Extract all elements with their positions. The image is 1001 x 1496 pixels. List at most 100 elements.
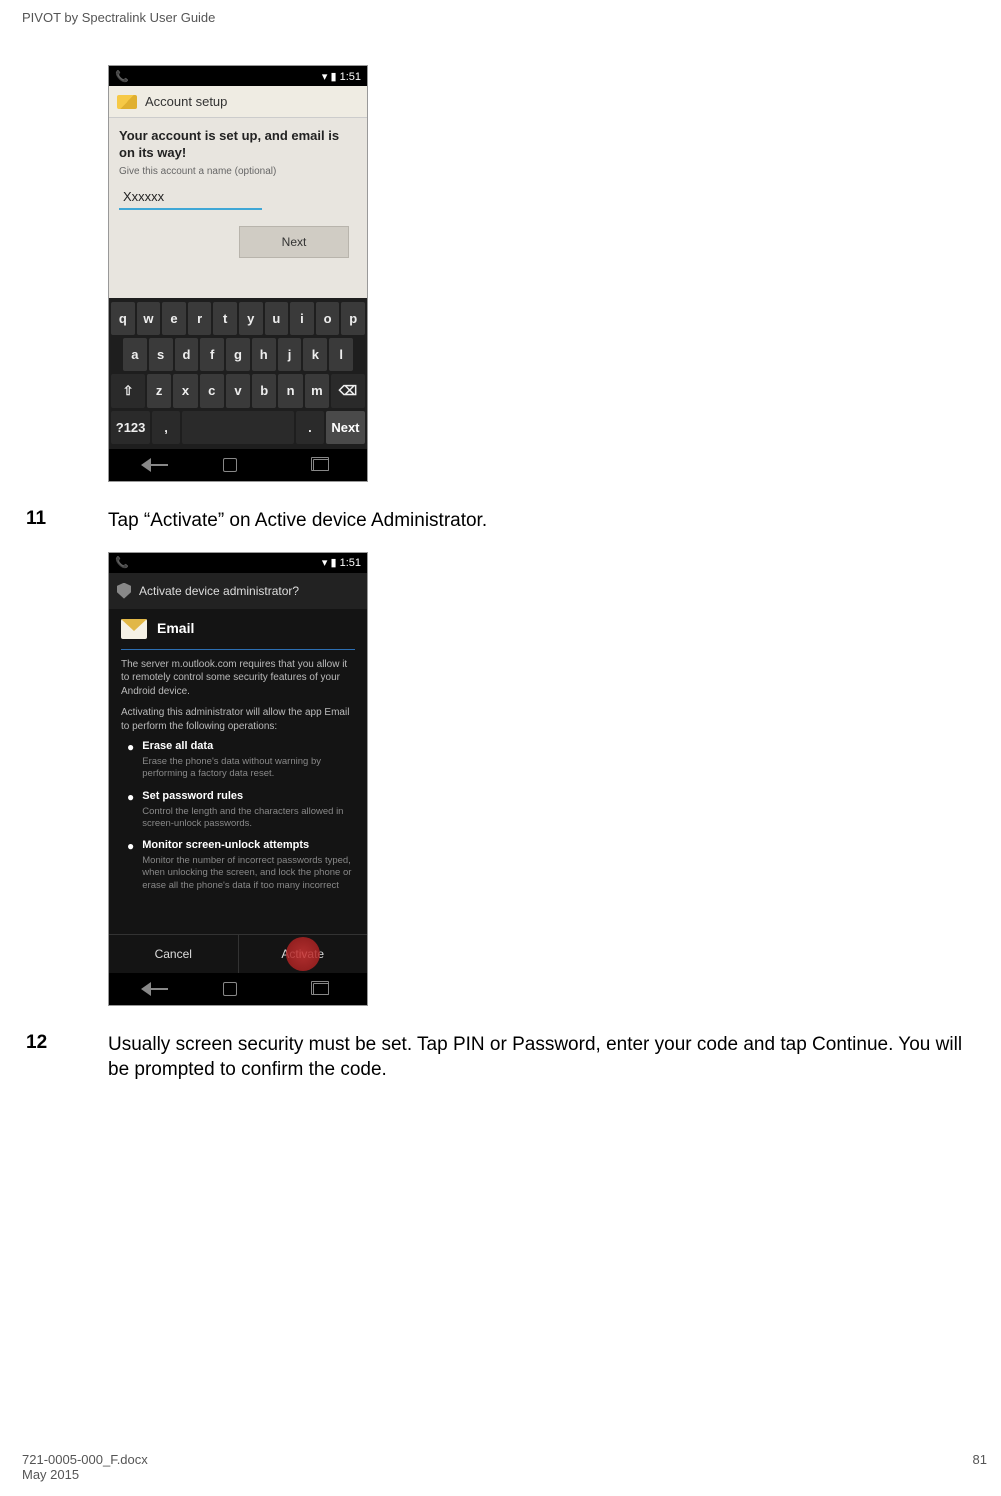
soft-keyboard[interactable]: q w e r t y u i o p a s d f g h j k l <box>109 298 367 449</box>
nav-bar <box>109 973 367 1005</box>
setup-hint: Give this account a name (optional) <box>119 166 357 177</box>
list-item: ● Monitor screen-unlock attempts Monitor… <box>127 838 355 892</box>
perm-title: Erase all data <box>142 739 355 754</box>
permission-list: ● Erase all data Erase the phone's data … <box>127 739 355 892</box>
step-12: 12 Usually screen security must be set. … <box>26 1032 979 1083</box>
status-right: ▾ ▮ 1:51 <box>322 556 361 569</box>
document-body: 📞 ▾ ▮ 1:51 Account setup Your account is… <box>0 25 1001 1083</box>
email-app-label: Email <box>157 619 194 638</box>
key-m[interactable]: m <box>305 374 329 408</box>
footer-page-number: 81 <box>973 1452 987 1482</box>
key-s[interactable]: s <box>149 338 173 371</box>
footer-date: May 2015 <box>22 1467 148 1482</box>
touch-indicator-icon <box>286 937 320 971</box>
key-j[interactable]: j <box>278 338 302 371</box>
bullet-icon: ● <box>127 741 134 781</box>
key-f[interactable]: f <box>200 338 224 371</box>
key-t[interactable]: t <box>213 302 237 335</box>
key-q[interactable]: q <box>111 302 135 335</box>
key-h[interactable]: h <box>252 338 276 371</box>
phone-icon: 📞 <box>115 70 129 83</box>
key-a[interactable]: a <box>123 338 147 371</box>
key-shift[interactable]: ⇧ <box>111 374 145 408</box>
app-bar: Activate device administrator? <box>109 573 367 609</box>
status-right: ▾ ▮ 1:51 <box>322 70 361 83</box>
key-next[interactable]: Next <box>326 411 365 444</box>
perm-desc: Control the length and the characters al… <box>142 806 355 831</box>
screenshot-activate-admin: 📞 ▾ ▮ 1:51 Activate device administrator… <box>108 552 368 1006</box>
step-number: 11 <box>26 508 82 534</box>
setup-message: Your account is set up, and email is on … <box>119 128 357 162</box>
admin-body: Email The server m.outlook.com requires … <box>109 609 367 934</box>
key-g[interactable]: g <box>226 338 250 371</box>
bullet-icon: ● <box>127 791 134 831</box>
phone-icon: 📞 <box>115 556 129 569</box>
bullet-icon: ● <box>127 840 134 892</box>
perm-desc: Erase the phone's data without warning b… <box>142 756 355 781</box>
next-button[interactable]: Next <box>239 226 349 258</box>
action-bar: Cancel Activate <box>109 934 367 973</box>
step-text: Tap “Activate” on Active device Administ… <box>108 508 979 534</box>
step-number: 12 <box>26 1032 82 1083</box>
perm-title: Set password rules <box>142 789 355 804</box>
battery-icon: ▮ <box>330 71 336 83</box>
key-backspace[interactable]: ⌫ <box>331 374 365 408</box>
divider <box>121 649 355 650</box>
app-bar: Account setup <box>109 86 367 118</box>
app-bar-title: Activate device administrator? <box>139 584 299 598</box>
wifi-icon: ▾ <box>322 557 328 569</box>
battery-icon: ▮ <box>330 557 336 569</box>
key-p[interactable]: p <box>341 302 365 335</box>
key-y[interactable]: y <box>239 302 263 335</box>
nav-home-icon[interactable] <box>223 458 237 472</box>
key-l[interactable]: l <box>329 338 353 371</box>
email-app-icon <box>121 619 147 639</box>
key-v[interactable]: v <box>226 374 250 408</box>
document-header: PIVOT by Spectralink User Guide <box>0 10 1001 25</box>
status-time: 1:51 <box>340 71 361 83</box>
step-text: Usually screen security must be set. Tap… <box>108 1032 979 1083</box>
footer-filename: 721-0005-000_F.docx <box>22 1452 148 1467</box>
key-n[interactable]: n <box>278 374 302 408</box>
key-comma[interactable]: , <box>152 411 180 444</box>
perm-title: Monitor screen-unlock attempts <box>142 838 355 853</box>
key-space[interactable] <box>182 411 294 444</box>
key-z[interactable]: z <box>147 374 171 408</box>
key-r[interactable]: r <box>188 302 212 335</box>
nav-recent-icon[interactable] <box>313 459 329 471</box>
nav-bar <box>109 449 367 481</box>
shield-icon <box>117 583 131 599</box>
cancel-button[interactable]: Cancel <box>109 935 238 973</box>
nav-recent-icon[interactable] <box>313 983 329 995</box>
key-b[interactable]: b <box>252 374 276 408</box>
step-11: 11 Tap “Activate” on Active device Admin… <box>26 508 979 534</box>
setup-body: Your account is set up, and email is on … <box>109 118 367 298</box>
key-u[interactable]: u <box>265 302 289 335</box>
nav-home-icon[interactable] <box>223 982 237 996</box>
key-e[interactable]: e <box>162 302 186 335</box>
key-symbols[interactable]: ?123 <box>111 411 150 444</box>
key-x[interactable]: x <box>173 374 197 408</box>
account-name-input[interactable] <box>119 185 262 210</box>
screenshot-account-setup: 📞 ▾ ▮ 1:51 Account setup Your account is… <box>108 65 368 482</box>
key-w[interactable]: w <box>137 302 161 335</box>
mail-icon <box>117 95 137 109</box>
key-k[interactable]: k <box>303 338 327 371</box>
perm-desc: Monitor the number of incorrect password… <box>142 855 355 892</box>
document-footer: 721-0005-000_F.docx May 2015 81 <box>22 1452 987 1482</box>
key-i[interactable]: i <box>290 302 314 335</box>
app-bar-title: Account setup <box>145 94 227 109</box>
list-item: ● Erase all data Erase the phone's data … <box>127 739 355 781</box>
status-bar: 📞 ▾ ▮ 1:51 <box>109 66 367 86</box>
key-d[interactable]: d <box>175 338 199 371</box>
wifi-icon: ▾ <box>322 71 328 83</box>
status-time: 1:51 <box>340 557 361 569</box>
list-item: ● Set password rules Control the length … <box>127 789 355 831</box>
activate-button[interactable]: Activate <box>238 935 368 973</box>
admin-paragraph-1: The server m.outlook.com requires that y… <box>121 658 355 699</box>
key-o[interactable]: o <box>316 302 340 335</box>
status-bar: 📞 ▾ ▮ 1:51 <box>109 553 367 573</box>
key-c[interactable]: c <box>200 374 224 408</box>
key-period[interactable]: . <box>296 411 324 444</box>
admin-paragraph-2: Activating this administrator will allow… <box>121 706 355 733</box>
